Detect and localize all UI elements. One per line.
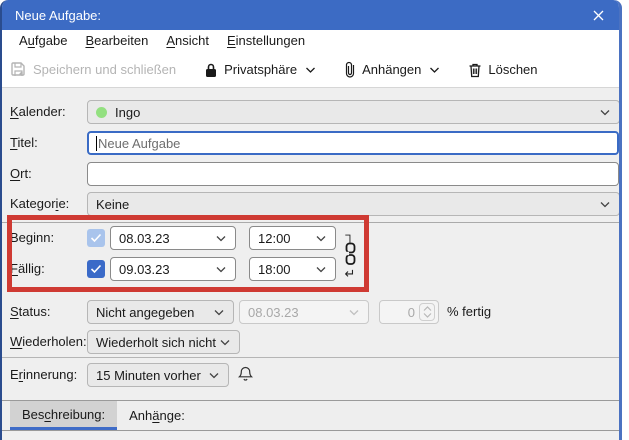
status-value: Nicht angegeben xyxy=(96,304,195,320)
save-close-label: Speichern und schließen xyxy=(33,62,177,77)
tab-anhaenge[interactable]: Anh ä nge: xyxy=(117,401,197,430)
delete-button[interactable]: Löschen xyxy=(468,56,538,84)
toolbar: Speichern und schließen Privatsphäre Anh… xyxy=(2,52,619,88)
percent-complete-spinner: 0 xyxy=(379,300,439,324)
check-icon xyxy=(90,233,102,243)
location-input[interactable] xyxy=(87,162,619,186)
titlebar: Neue Aufgabe: xyxy=(2,0,619,30)
reminder-value: 15 Minuten vorher xyxy=(96,367,201,383)
chevron-down-icon xyxy=(315,234,327,243)
percent-suffix-label: % fertig xyxy=(447,304,492,319)
start-date-picker[interactable]: 08.03.23 xyxy=(110,226,236,250)
title-value: Neue Aufgabe xyxy=(98,135,181,151)
due-date-value: 09.03.23 xyxy=(119,261,170,277)
corner-bracket-glyph: ┐ xyxy=(345,227,355,242)
percent-value: 0 xyxy=(407,304,415,320)
chevron-down-icon xyxy=(429,66,440,74)
menu-einstellungen[interactable]: Einstellungen xyxy=(218,30,314,52)
chevron-down-icon xyxy=(208,371,220,380)
chevron-down-icon xyxy=(315,265,327,274)
trash-icon xyxy=(468,62,482,78)
completed-date-value: 08.03.23 xyxy=(248,304,299,320)
attach-label: Anhängen xyxy=(362,62,422,77)
start-label: Beginn: xyxy=(10,230,55,245)
repeat-select[interactable]: Wiederholt sich nicht xyxy=(87,330,240,354)
due-label: Fällig: xyxy=(10,261,45,276)
check-icon xyxy=(90,264,102,274)
bell-icon xyxy=(238,366,253,382)
calendar-label: Kalender: xyxy=(10,104,66,119)
privacy-label: Privatsphäre xyxy=(224,62,298,77)
title-input[interactable]: Neue Aufgabe xyxy=(87,131,619,155)
spinner-arrows-icon xyxy=(419,303,435,321)
new-task-dialog: Neue Aufgabe: Aufgabe Bearbeiten Ansicht… xyxy=(0,0,622,440)
chevron-down-icon xyxy=(215,265,227,274)
start-time-picker[interactable]: 12:00 xyxy=(249,226,336,250)
location-label: Ort: xyxy=(10,166,32,181)
due-checkbox[interactable] xyxy=(87,260,105,278)
close-icon xyxy=(592,9,605,22)
title-label: Titel: xyxy=(10,135,38,150)
window-title: Neue Aufgabe: xyxy=(15,7,102,23)
section-divider xyxy=(2,222,619,223)
category-select[interactable]: Keine xyxy=(87,192,619,216)
calendar-color-dot xyxy=(96,106,107,118)
menu-ansicht[interactable]: Ansicht xyxy=(157,30,218,52)
link-dates-control[interactable]: ┐ ↵ xyxy=(340,228,360,280)
close-button[interactable] xyxy=(587,5,609,25)
status-label: Status: xyxy=(10,304,51,319)
menu-aufgabe[interactable]: Aufgabe xyxy=(10,30,76,52)
category-value: Keine xyxy=(96,196,130,212)
chevron-down-icon xyxy=(599,108,611,117)
reminder-select[interactable]: 15 Minuten vorher xyxy=(87,363,229,387)
reminder-label: Erinnerung: xyxy=(10,367,78,382)
save-icon xyxy=(10,61,27,78)
bottom-tabbar: Bes c hreibung: Anh ä nge: xyxy=(2,400,619,431)
calendar-value: Ingo xyxy=(115,104,141,120)
chevron-down-icon xyxy=(215,234,227,243)
section-divider xyxy=(2,357,619,358)
repeat-value: Wiederholt sich nicht xyxy=(96,334,216,350)
paperclip-icon xyxy=(344,61,356,78)
delete-label: Löschen xyxy=(488,62,538,77)
tab-beschreibung[interactable]: Bes c hreibung: xyxy=(10,401,118,430)
return-arrow-glyph: ↵ xyxy=(344,266,356,281)
lock-icon xyxy=(204,62,218,78)
description-area[interactable] xyxy=(2,432,619,440)
category-label: Kategorie: xyxy=(10,196,70,211)
menubar: Aufgabe Bearbeiten Ansicht Einstellungen xyxy=(2,30,619,52)
due-date-picker[interactable]: 09.03.23 xyxy=(110,257,236,281)
text-caret xyxy=(96,135,97,151)
repeat-label: Wiederholen: xyxy=(10,334,87,349)
start-checkbox[interactable] xyxy=(87,229,105,247)
status-select[interactable]: Nicht angegeben xyxy=(87,300,234,324)
chevron-down-icon xyxy=(213,308,225,317)
start-time-value: 12:00 xyxy=(258,230,291,246)
attach-button[interactable]: Anhängen xyxy=(344,56,440,84)
due-time-value: 18:00 xyxy=(258,261,291,277)
link-dates-icon xyxy=(344,242,356,266)
menu-bearbeiten[interactable]: Bearbeiten xyxy=(76,30,157,52)
chevron-down-icon xyxy=(305,66,316,74)
chevron-down-icon xyxy=(219,338,231,347)
chevron-down-icon xyxy=(599,200,611,209)
save-close-button[interactable]: Speichern und schließen xyxy=(10,56,176,84)
privacy-button[interactable]: Privatsphäre xyxy=(204,56,316,84)
completed-date-picker: 08.03.23 xyxy=(239,300,369,324)
chevron-down-icon xyxy=(348,308,360,317)
due-time-picker[interactable]: 18:00 xyxy=(249,257,336,281)
calendar-select[interactable]: Ingo xyxy=(87,100,619,124)
start-date-value: 08.03.23 xyxy=(119,230,170,246)
